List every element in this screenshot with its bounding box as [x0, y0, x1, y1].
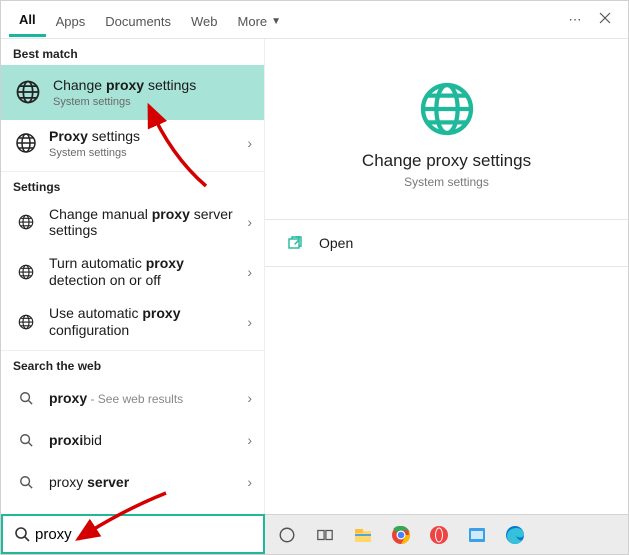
settings-result[interactable]: Turn automatic proxy detection on or off… [1, 247, 264, 297]
result-title: Turn automatic proxy detection on or off [49, 255, 233, 289]
result-title: Use automatic proxy configuration [49, 305, 233, 339]
globe-icon [415, 77, 479, 141]
chevron-right-icon: › [243, 264, 256, 280]
section-best-match: Best match [1, 39, 264, 65]
globe-icon [13, 309, 39, 335]
section-settings: Settings [1, 172, 264, 198]
result-title: proxy server [49, 474, 233, 491]
open-icon [287, 234, 305, 252]
result-subtitle: System settings [49, 147, 233, 159]
taskbar [265, 514, 628, 554]
taskbar-edge[interactable] [501, 521, 529, 549]
result-title: Change proxy settings [53, 77, 256, 94]
web-result[interactable]: proxy - See web results › [1, 377, 264, 419]
globe-icon [13, 77, 43, 107]
taskbar-chrome[interactable] [387, 521, 415, 549]
tab-web[interactable]: Web [181, 4, 228, 36]
search-bar[interactable] [1, 514, 265, 554]
chevron-down-icon: ▼ [271, 16, 281, 27]
result-proxy-settings[interactable]: Proxy settings System settings › [1, 120, 264, 167]
open-action[interactable]: Open [283, 220, 610, 266]
search-icon [13, 385, 39, 411]
taskbar-opera[interactable] [425, 521, 453, 549]
taskbar-cortana[interactable] [273, 521, 301, 549]
results-panel: Best match Change proxy settings System … [1, 39, 265, 516]
settings-result[interactable]: Change manual proxy server settings › [1, 198, 264, 248]
preview-title: Change proxy settings [283, 151, 610, 171]
web-result[interactable]: proxy server › [1, 461, 264, 503]
result-subtitle: System settings [53, 96, 256, 108]
preview-panel: Change proxy settings System settings Op… [265, 39, 628, 516]
close-button[interactable] [590, 5, 620, 35]
tab-more[interactable]: More ▼ [228, 4, 292, 36]
chevron-right-icon: › [243, 314, 256, 330]
close-icon [599, 12, 611, 27]
result-title: Change manual proxy server settings [49, 206, 233, 240]
more-options-button[interactable]: ⋯ [560, 5, 590, 35]
globe-icon [13, 259, 39, 285]
chevron-right-icon: › [243, 474, 256, 490]
open-label: Open [319, 235, 353, 251]
search-icon [13, 427, 39, 453]
chevron-right-icon: › [243, 214, 256, 230]
globe-icon [13, 209, 39, 235]
tab-all[interactable]: All [9, 2, 46, 37]
result-best-match[interactable]: Change proxy settings System settings [1, 65, 264, 120]
search-icon [11, 523, 33, 545]
result-title: Proxy settings [49, 128, 233, 145]
settings-result[interactable]: Use automatic proxy configuration › [1, 297, 264, 347]
search-input[interactable] [33, 522, 255, 547]
scope-tabs: All Apps Documents Web More ▼ ⋯ [1, 1, 628, 39]
tab-more-label: More [238, 14, 268, 29]
search-icon [13, 469, 39, 495]
chevron-right-icon: › [243, 135, 256, 151]
result-title: proxy - See web results [49, 390, 233, 407]
web-result[interactable]: proxibid › [1, 419, 264, 461]
globe-icon [13, 130, 39, 156]
tab-documents[interactable]: Documents [95, 4, 181, 36]
taskbar-taskview[interactable] [311, 521, 339, 549]
section-search-web: Search the web [1, 351, 264, 377]
chevron-right-icon: › [243, 390, 256, 406]
preview-subtitle: System settings [283, 175, 610, 189]
tab-apps[interactable]: Apps [46, 4, 96, 36]
taskbar-app-blue[interactable] [463, 521, 491, 549]
result-title: proxibid [49, 432, 233, 449]
ellipsis-icon: ⋯ [569, 12, 582, 28]
taskbar-explorer[interactable] [349, 521, 377, 549]
chevron-right-icon: › [243, 432, 256, 448]
